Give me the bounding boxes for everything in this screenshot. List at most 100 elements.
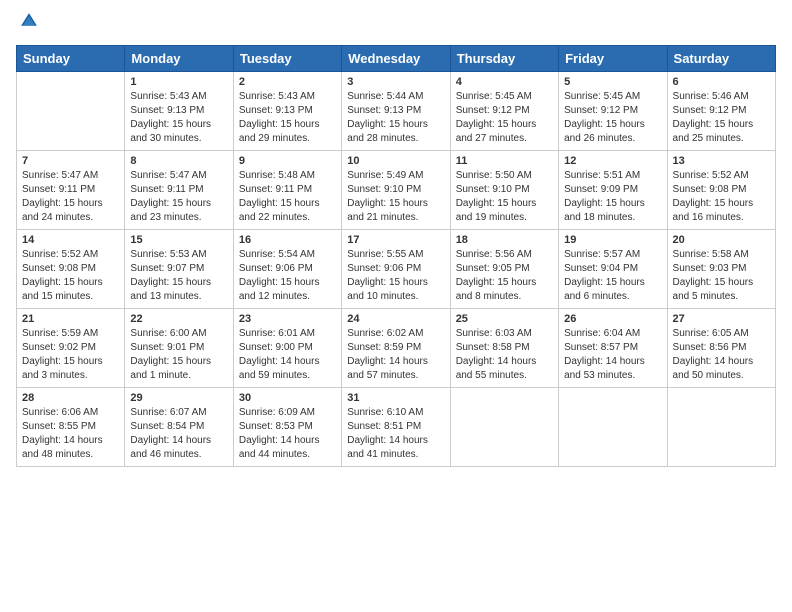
calendar-cell: 27 Sunrise: 6:05 AM Sunset: 8:56 PM Dayli… xyxy=(667,309,775,388)
day-number: 30 xyxy=(239,392,336,404)
header xyxy=(16,10,776,37)
day-info: Sunrise: 5:49 AM Sunset: 9:10 PM Dayligh… xyxy=(347,169,444,225)
page: SundayMondayTuesdayWednesdayThursdayFrid… xyxy=(0,0,792,612)
day-number: 7 xyxy=(22,155,119,167)
day-info: Sunrise: 5:58 AM Sunset: 9:03 PM Dayligh… xyxy=(673,248,770,304)
day-info: Sunrise: 5:56 AM Sunset: 9:05 PM Dayligh… xyxy=(456,248,553,304)
calendar-cell: 29 Sunrise: 6:07 AM Sunset: 8:54 PM Dayli… xyxy=(125,388,233,467)
day-number: 10 xyxy=(347,155,444,167)
day-number: 28 xyxy=(22,392,119,404)
calendar-cell: 19Sunrise: 5:57 AM Sunset: 9:04 PM Dayli… xyxy=(559,230,667,309)
day-info: Sunrise: 5:55 AM Sunset: 9:06 PM Dayligh… xyxy=(347,248,444,304)
calendar-cell: 25 Sunrise: 6:03 AM Sunset: 8:58 PM Dayli… xyxy=(450,309,558,388)
calendar-cell: 1 Sunrise: 5:43 AM Sunset: 9:13 PM Daylig… xyxy=(125,72,233,151)
calendar-cell xyxy=(17,72,125,151)
day-info: Sunrise: 5:51 AM Sunset: 9:09 PM Dayligh… xyxy=(564,169,661,225)
day-number: 16 xyxy=(239,234,336,246)
day-number: 6 xyxy=(673,76,770,88)
day-number: 17 xyxy=(347,234,444,246)
calendar-cell: 30 Sunrise: 6:09 AM Sunset: 8:53 PM Dayli… xyxy=(233,388,341,467)
calendar-cell: 12 Sunrise: 5:51 AM Sunset: 9:09 PM Dayli… xyxy=(559,151,667,230)
day-info: Sunrise: 6:09 AM Sunset: 8:53 PM Dayligh… xyxy=(239,406,336,462)
calendar-cell xyxy=(667,388,775,467)
day-number: 5 xyxy=(564,76,661,88)
day-info: Sunrise: 6:07 AM Sunset: 8:54 PM Dayligh… xyxy=(130,406,227,462)
day-number: 23 xyxy=(239,313,336,325)
day-info: Sunrise: 6:10 AM Sunset: 8:51 PM Dayligh… xyxy=(347,406,444,462)
weekday-header-thursday: Thursday xyxy=(450,46,558,72)
calendar-cell: 26 Sunrise: 6:04 AM Sunset: 8:57 PM Dayli… xyxy=(559,309,667,388)
calendar-cell: 6 Sunrise: 5:46 AM Sunset: 9:12 PM Daylig… xyxy=(667,72,775,151)
day-info: Sunrise: 5:44 AM Sunset: 9:13 PM Dayligh… xyxy=(347,90,444,146)
day-info: Sunrise: 6:04 AM Sunset: 8:57 PM Dayligh… xyxy=(564,327,661,383)
weekday-header-friday: Friday xyxy=(559,46,667,72)
calendar-cell: 24 Sunrise: 6:02 AM Sunset: 8:59 PM Dayli… xyxy=(342,309,450,388)
weekday-header-saturday: Saturday xyxy=(667,46,775,72)
calendar-cell: 10 Sunrise: 5:49 AM Sunset: 9:10 PM Dayli… xyxy=(342,151,450,230)
day-number: 26 xyxy=(564,313,661,325)
day-info: Sunrise: 5:45 AM Sunset: 9:12 PM Dayligh… xyxy=(456,90,553,146)
calendar-cell: 5 Sunrise: 5:45 AM Sunset: 9:12 PM Daylig… xyxy=(559,72,667,151)
day-info: Sunrise: 5:47 AM Sunset: 9:11 PM Dayligh… xyxy=(130,169,227,225)
day-info: Sunrise: 6:03 AM Sunset: 8:58 PM Dayligh… xyxy=(456,327,553,383)
day-number: 29 xyxy=(130,392,227,404)
calendar-cell xyxy=(559,388,667,467)
day-info: Sunrise: 5:47 AM Sunset: 9:11 PM Dayligh… xyxy=(22,169,119,225)
day-number: 27 xyxy=(673,313,770,325)
day-info: Sunrise: 5:43 AM Sunset: 9:13 PM Dayligh… xyxy=(239,90,336,146)
day-info: Sunrise: 5:50 AM Sunset: 9:10 PM Dayligh… xyxy=(456,169,553,225)
day-number: 25 xyxy=(456,313,553,325)
day-info: Sunrise: 5:59 AM Sunset: 9:02 PM Dayligh… xyxy=(22,327,119,383)
day-number: 3 xyxy=(347,76,444,88)
calendar-cell: 23 Sunrise: 6:01 AM Sunset: 9:00 PM Dayli… xyxy=(233,309,341,388)
day-number: 8 xyxy=(130,155,227,167)
day-number: 15 xyxy=(130,234,227,246)
day-number: 13 xyxy=(673,155,770,167)
weekday-header-sunday: Sunday xyxy=(17,46,125,72)
week-row-2: 7 Sunrise: 5:47 AM Sunset: 9:11 PM Daylig… xyxy=(17,151,776,230)
calendar: SundayMondayTuesdayWednesdayThursdayFrid… xyxy=(16,45,776,467)
day-info: Sunrise: 5:45 AM Sunset: 9:12 PM Dayligh… xyxy=(564,90,661,146)
day-info: Sunrise: 5:46 AM Sunset: 9:12 PM Dayligh… xyxy=(673,90,770,146)
week-row-3: 14Sunrise: 5:52 AM Sunset: 9:08 PM Dayli… xyxy=(17,230,776,309)
calendar-cell: 28Sunrise: 6:06 AM Sunset: 8:55 PM Dayli… xyxy=(17,388,125,467)
calendar-cell xyxy=(450,388,558,467)
day-info: Sunrise: 5:57 AM Sunset: 9:04 PM Dayligh… xyxy=(564,248,661,304)
day-number: 24 xyxy=(347,313,444,325)
week-row-1: 1 Sunrise: 5:43 AM Sunset: 9:13 PM Daylig… xyxy=(17,72,776,151)
calendar-cell: 7 Sunrise: 5:47 AM Sunset: 9:11 PM Daylig… xyxy=(17,151,125,230)
day-info: Sunrise: 5:43 AM Sunset: 9:13 PM Dayligh… xyxy=(130,90,227,146)
day-number: 18 xyxy=(456,234,553,246)
day-info: Sunrise: 5:52 AM Sunset: 9:08 PM Dayligh… xyxy=(673,169,770,225)
calendar-cell: 22Sunrise: 6:00 AM Sunset: 9:01 PM Dayli… xyxy=(125,309,233,388)
calendar-cell: 2 Sunrise: 5:43 AM Sunset: 9:13 PM Daylig… xyxy=(233,72,341,151)
day-number: 4 xyxy=(456,76,553,88)
day-info: Sunrise: 5:54 AM Sunset: 9:06 PM Dayligh… xyxy=(239,248,336,304)
calendar-cell: 15Sunrise: 5:53 AM Sunset: 9:07 PM Dayli… xyxy=(125,230,233,309)
calendar-cell: 31Sunrise: 6:10 AM Sunset: 8:51 PM Dayli… xyxy=(342,388,450,467)
day-info: Sunrise: 6:01 AM Sunset: 9:00 PM Dayligh… xyxy=(239,327,336,383)
day-info: Sunrise: 6:00 AM Sunset: 9:01 PM Dayligh… xyxy=(130,327,227,383)
logo-icon xyxy=(18,10,40,32)
calendar-cell: 16 Sunrise: 5:54 AM Sunset: 9:06 PM Dayli… xyxy=(233,230,341,309)
weekday-header-wednesday: Wednesday xyxy=(342,46,450,72)
calendar-cell: 13 Sunrise: 5:52 AM Sunset: 9:08 PM Dayli… xyxy=(667,151,775,230)
day-info: Sunrise: 5:48 AM Sunset: 9:11 PM Dayligh… xyxy=(239,169,336,225)
day-info: Sunrise: 6:02 AM Sunset: 8:59 PM Dayligh… xyxy=(347,327,444,383)
day-number: 9 xyxy=(239,155,336,167)
day-number: 2 xyxy=(239,76,336,88)
calendar-cell: 8 Sunrise: 5:47 AM Sunset: 9:11 PM Daylig… xyxy=(125,151,233,230)
day-number: 11 xyxy=(456,155,553,167)
week-row-5: 28Sunrise: 6:06 AM Sunset: 8:55 PM Dayli… xyxy=(17,388,776,467)
day-number: 14 xyxy=(22,234,119,246)
weekday-header-tuesday: Tuesday xyxy=(233,46,341,72)
day-info: Sunrise: 6:05 AM Sunset: 8:56 PM Dayligh… xyxy=(673,327,770,383)
day-number: 12 xyxy=(564,155,661,167)
day-number: 21 xyxy=(22,313,119,325)
logo xyxy=(16,10,40,37)
calendar-cell: 21 Sunrise: 5:59 AM Sunset: 9:02 PM Dayli… xyxy=(17,309,125,388)
weekday-header-monday: Monday xyxy=(125,46,233,72)
calendar-cell: 14Sunrise: 5:52 AM Sunset: 9:08 PM Dayli… xyxy=(17,230,125,309)
day-number: 1 xyxy=(130,76,227,88)
calendar-cell: 9 Sunrise: 5:48 AM Sunset: 9:11 PM Daylig… xyxy=(233,151,341,230)
